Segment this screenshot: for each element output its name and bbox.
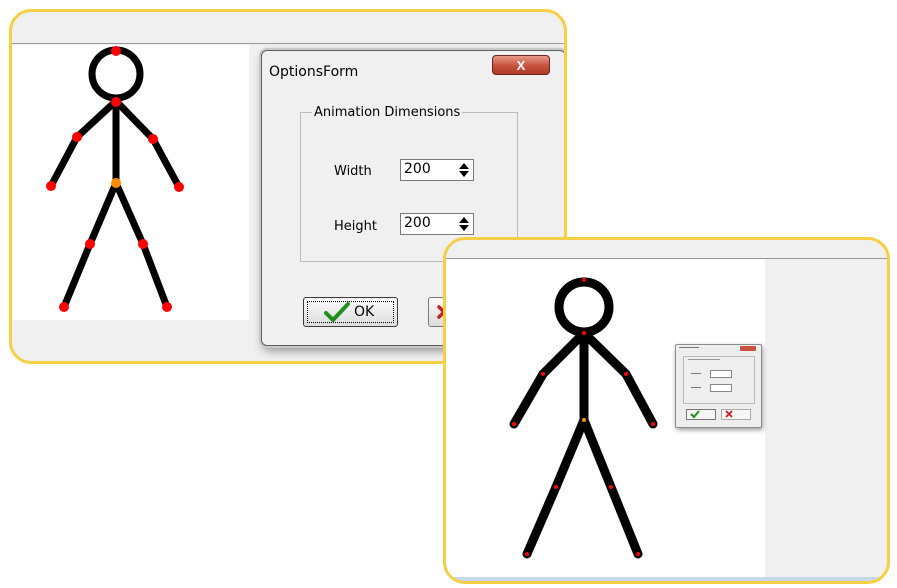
checkmark-icon <box>324 302 350 322</box>
close-icon: X <box>516 57 526 73</box>
joint-head-top[interactable] <box>111 46 121 56</box>
mini-checkmark-icon <box>690 410 700 419</box>
mini-group-label <box>688 359 720 360</box>
width-stepper[interactable]: 200 <box>400 159 474 181</box>
joint-right-knee[interactable] <box>609 485 613 489</box>
height-stepper[interactable]: 200 <box>400 213 474 235</box>
joint-right-hand[interactable] <box>651 422 655 426</box>
joint-left-knee[interactable] <box>554 485 558 489</box>
joint-right-foot[interactable] <box>636 552 640 556</box>
joint-left-foot[interactable] <box>59 302 69 312</box>
full-editor-panel <box>443 237 890 584</box>
height-spin-buttons[interactable] <box>457 216 471 232</box>
dialog-title: OptionsForm <box>269 64 359 80</box>
stick-figure[interactable] <box>446 240 666 580</box>
width-down-arrow-icon[interactable] <box>459 171 469 177</box>
close-button[interactable]: X <box>492 55 550 75</box>
height-value[interactable]: 200 <box>404 215 431 231</box>
mini-width-label <box>691 373 701 374</box>
joint-right-knee[interactable] <box>138 239 148 249</box>
joint-left-hand[interactable] <box>46 181 56 191</box>
joint-neck[interactable] <box>111 97 121 107</box>
mini-dimensions-group <box>683 356 755 404</box>
joint-hip[interactable] <box>582 418 586 422</box>
stick-figure[interactable] <box>12 12 252 332</box>
height-up-arrow-icon[interactable] <box>459 217 469 223</box>
joint-left-hand[interactable] <box>512 422 516 426</box>
joint-right-foot[interactable] <box>162 302 172 312</box>
mini-cancel-x-icon <box>725 410 733 418</box>
joint-right-hand[interactable] <box>174 182 184 192</box>
mini-ok-button[interactable] <box>686 409 716 420</box>
mini-height-label <box>691 387 701 388</box>
mini-close-button[interactable] <box>740 346 756 351</box>
focus-rectangle <box>307 301 394 323</box>
joint-neck[interactable] <box>582 331 586 335</box>
joint-hip[interactable] <box>111 178 121 188</box>
ok-button[interactable]: OK <box>303 297 398 327</box>
mini-width-field[interactable] <box>710 370 732 378</box>
group-label: Animation Dimensions <box>312 105 463 120</box>
ok-label: OK <box>354 304 375 320</box>
mini-title <box>679 347 699 348</box>
width-label: Width <box>334 164 372 179</box>
height-down-arrow-icon[interactable] <box>459 225 469 231</box>
joint-left-foot[interactable] <box>525 552 529 556</box>
width-up-arrow-icon[interactable] <box>459 163 469 169</box>
joint-left-elbow[interactable] <box>72 132 82 142</box>
joint-left-elbow[interactable] <box>541 372 545 376</box>
mini-cancel-button[interactable] <box>721 409 751 420</box>
options-dialog-thumbnail[interactable] <box>675 344 762 428</box>
joint-left-knee[interactable] <box>85 239 95 249</box>
width-spin-buttons[interactable] <box>457 162 471 178</box>
joint-right-elbow[interactable] <box>148 134 158 144</box>
mini-height-field[interactable] <box>710 384 732 392</box>
joint-right-elbow[interactable] <box>624 372 628 376</box>
joint-head-top[interactable] <box>582 278 586 282</box>
width-value[interactable]: 200 <box>404 161 431 177</box>
height-label: Height <box>334 219 377 234</box>
